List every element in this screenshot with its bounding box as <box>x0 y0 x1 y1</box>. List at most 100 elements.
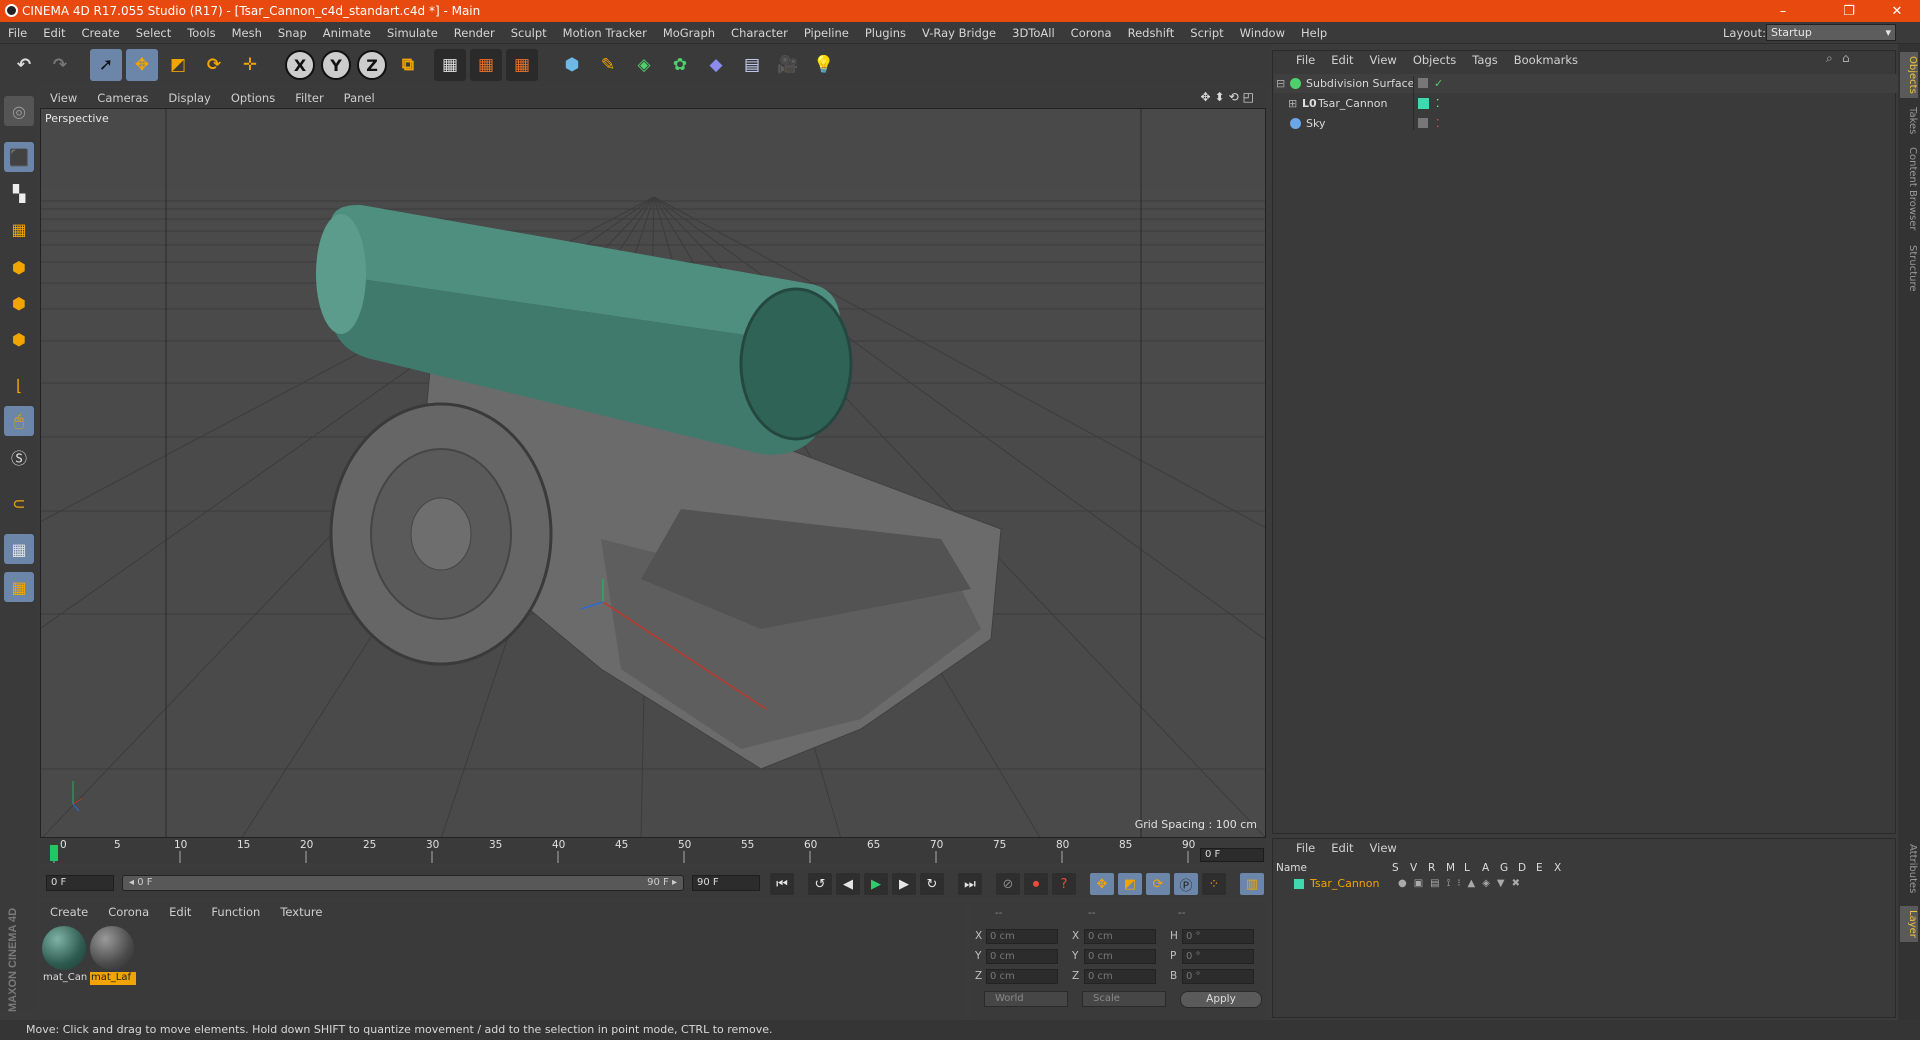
material-menu-corona[interactable]: Corona <box>98 905 159 919</box>
play-icon[interactable]: ▶ <box>864 873 888 895</box>
close-button[interactable]: ✕ <box>1874 0 1920 22</box>
menu-animate[interactable]: Animate <box>315 26 379 40</box>
menu-select[interactable]: Select <box>128 26 179 40</box>
position-z-field[interactable]: 0 cm <box>986 969 1058 984</box>
material-menu-function[interactable]: Function <box>201 905 270 919</box>
subdivision-surface-icon[interactable]: ◈ <box>628 49 660 81</box>
object-name[interactable]: Subdivision Surface <box>1306 74 1414 93</box>
viewport-menu-display[interactable]: Display <box>158 91 220 105</box>
menu-sculpt[interactable]: Sculpt <box>503 26 555 40</box>
record-scale-icon[interactable]: ◩ <box>1118 873 1142 895</box>
menu-help[interactable]: Help <box>1293 26 1335 40</box>
menu-vray-bridge[interactable]: V-Ray Bridge <box>914 26 1004 40</box>
tweak-mode-icon[interactable]: 🖱 <box>4 406 34 436</box>
material-menu-texture[interactable]: Texture <box>270 905 332 919</box>
viewport-menu-panel[interactable]: Panel <box>334 91 385 105</box>
transform-tool-icon[interactable]: ✛ <box>234 49 266 81</box>
material-menu-edit[interactable]: Edit <box>159 905 201 919</box>
object-menu-bookmarks[interactable]: Bookmarks <box>1506 53 1586 67</box>
size-x-field[interactable]: 0 cm <box>1084 929 1156 944</box>
snap-magnet-icon[interactable]: ⊂ <box>4 488 34 518</box>
size-mode-dropdown[interactable]: Scale <box>1082 991 1166 1007</box>
workplane-mode-icon[interactable]: ▦ <box>4 214 34 244</box>
material-label[interactable]: mat_Can <box>42 972 88 985</box>
record-position-icon[interactable]: ✥ <box>1090 873 1114 895</box>
timeline-ruler[interactable]: 0 5 10 15 20 25 30 35 40 45 50 55 60 65 … <box>40 839 1266 863</box>
menu-simulate[interactable]: Simulate <box>379 26 446 40</box>
object-menu-edit[interactable]: Edit <box>1323 53 1361 67</box>
menu-character[interactable]: Character <box>723 26 796 40</box>
record-active-objects-icon[interactable]: ⏺ <box>1024 873 1048 895</box>
object-row[interactable]: ⊟ Subdivision Surface ✓ <box>1274 74 1906 93</box>
texture-mode-icon[interactable]: ▚ <box>4 178 34 208</box>
live-selection-icon[interactable]: ➚ <box>90 49 122 81</box>
rotation-b-field[interactable]: 0 ° <box>1182 969 1254 984</box>
scale-tool-icon[interactable]: ◩ <box>162 49 194 81</box>
visibility-editor-icon[interactable] <box>1418 78 1428 88</box>
polygons-mode-icon[interactable]: ⬢ <box>4 324 34 354</box>
object-home-icon[interactable]: ⌂ <box>1842 51 1850 65</box>
record-rotation-icon[interactable]: ⟳ <box>1146 873 1170 895</box>
cloner-icon[interactable]: ✿ <box>664 49 696 81</box>
object-menu-objects[interactable]: Objects <box>1405 53 1464 67</box>
tab-content-browser[interactable]: Content Browser <box>1900 144 1918 234</box>
previous-key-icon[interactable]: ↺ <box>808 873 832 895</box>
y-axis-lock-button[interactable]: Y <box>320 49 352 81</box>
object-menu-file[interactable]: File <box>1288 53 1323 67</box>
position-x-field[interactable]: 0 cm <box>986 929 1058 944</box>
perspective-viewport[interactable]: Perspective Grid Spacing : 100 cm <box>40 108 1266 838</box>
cube-object-icon[interactable]: ⬢ <box>556 49 588 81</box>
visibility-editor-icon[interactable] <box>1418 118 1428 128</box>
model-mode-icon[interactable]: ⬛ <box>4 142 34 172</box>
expand-icon[interactable]: ⊞ <box>1288 94 1297 113</box>
camera-icon[interactable]: 🎥 <box>772 49 804 81</box>
size-y-field[interactable]: 0 cm <box>1084 949 1156 964</box>
visibility-dots-icon[interactable]: ⁚ <box>1436 94 1440 113</box>
object-name[interactable]: Tsar_Cannon <box>1318 94 1387 113</box>
menu-create[interactable]: Create <box>74 26 128 40</box>
menu-file[interactable]: File <box>0 26 35 40</box>
redo-icon[interactable]: ↷ <box>44 49 76 81</box>
layer-toggle-icons[interactable]: ●▣▤⟟⁝▲◈▼✖ <box>1398 876 1527 892</box>
layer-menu-view[interactable]: View <box>1362 841 1405 855</box>
minimize-button[interactable]: – <box>1760 0 1806 22</box>
tab-attributes[interactable]: Attributes <box>1900 838 1918 900</box>
menu-3dtoall[interactable]: 3DToAll <box>1004 26 1063 40</box>
object-menu-view[interactable]: View <box>1362 53 1405 67</box>
coordinate-system-icon[interactable]: ⧉ <box>392 49 424 81</box>
record-parameter-icon[interactable]: Ⓟ <box>1174 873 1198 895</box>
pen-spline-icon[interactable]: ✎ <box>592 49 624 81</box>
size-z-field[interactable]: 0 cm <box>1084 969 1156 984</box>
playhead[interactable] <box>50 845 58 861</box>
material-label-selected[interactable]: mat_Laf <box>90 972 136 985</box>
x-axis-lock-button[interactable]: X <box>284 49 316 81</box>
workplane-lock-icon[interactable]: ▦ <box>4 534 34 564</box>
layer-row[interactable]: Tsar_Cannon ●▣▤⟟⁝▲◈▼✖ <box>1274 876 1906 892</box>
render-to-picture-viewer-icon[interactable]: ▦ <box>470 49 502 81</box>
motion-record-icon[interactable]: ⊘ <box>996 873 1020 895</box>
menu-edit[interactable]: Edit <box>35 26 73 40</box>
floor-icon[interactable]: ▤ <box>736 49 768 81</box>
axis-mode-icon[interactable]: ⌊ <box>4 370 34 400</box>
rotation-h-field[interactable]: 0 ° <box>1182 929 1254 944</box>
viewport-navigation-icons[interactable]: ✥⬍⟲◰ <box>1200 90 1258 104</box>
edges-mode-icon[interactable]: ⬢ <box>4 288 34 318</box>
menu-corona[interactable]: Corona <box>1063 26 1120 40</box>
menu-window[interactable]: Window <box>1232 26 1293 40</box>
autokeying-icon[interactable]: ? <box>1052 873 1076 895</box>
points-mode-icon[interactable]: ⬢ <box>4 252 34 282</box>
menu-mesh[interactable]: Mesh <box>224 26 270 40</box>
menu-pipeline[interactable]: Pipeline <box>796 26 857 40</box>
layer-menu-file[interactable]: File <box>1288 841 1323 855</box>
menu-mograph[interactable]: MoGraph <box>655 26 723 40</box>
viewport-menu-cameras[interactable]: Cameras <box>87 91 158 105</box>
menu-snap[interactable]: Snap <box>270 26 315 40</box>
object-name[interactable]: Sky <box>1306 114 1325 133</box>
go-to-end-icon[interactable]: ⏭ <box>958 873 982 895</box>
visibility-dots-icon[interactable]: ⁚ <box>1436 114 1440 133</box>
layer-menu-edit[interactable]: Edit <box>1323 841 1361 855</box>
object-row[interactable]: Sky ⁚ <box>1274 114 1906 133</box>
expand-icon[interactable]: ⊟ <box>1276 74 1285 93</box>
tab-structure[interactable]: Structure <box>1900 240 1918 296</box>
object-menu-tags[interactable]: Tags <box>1464 53 1505 67</box>
